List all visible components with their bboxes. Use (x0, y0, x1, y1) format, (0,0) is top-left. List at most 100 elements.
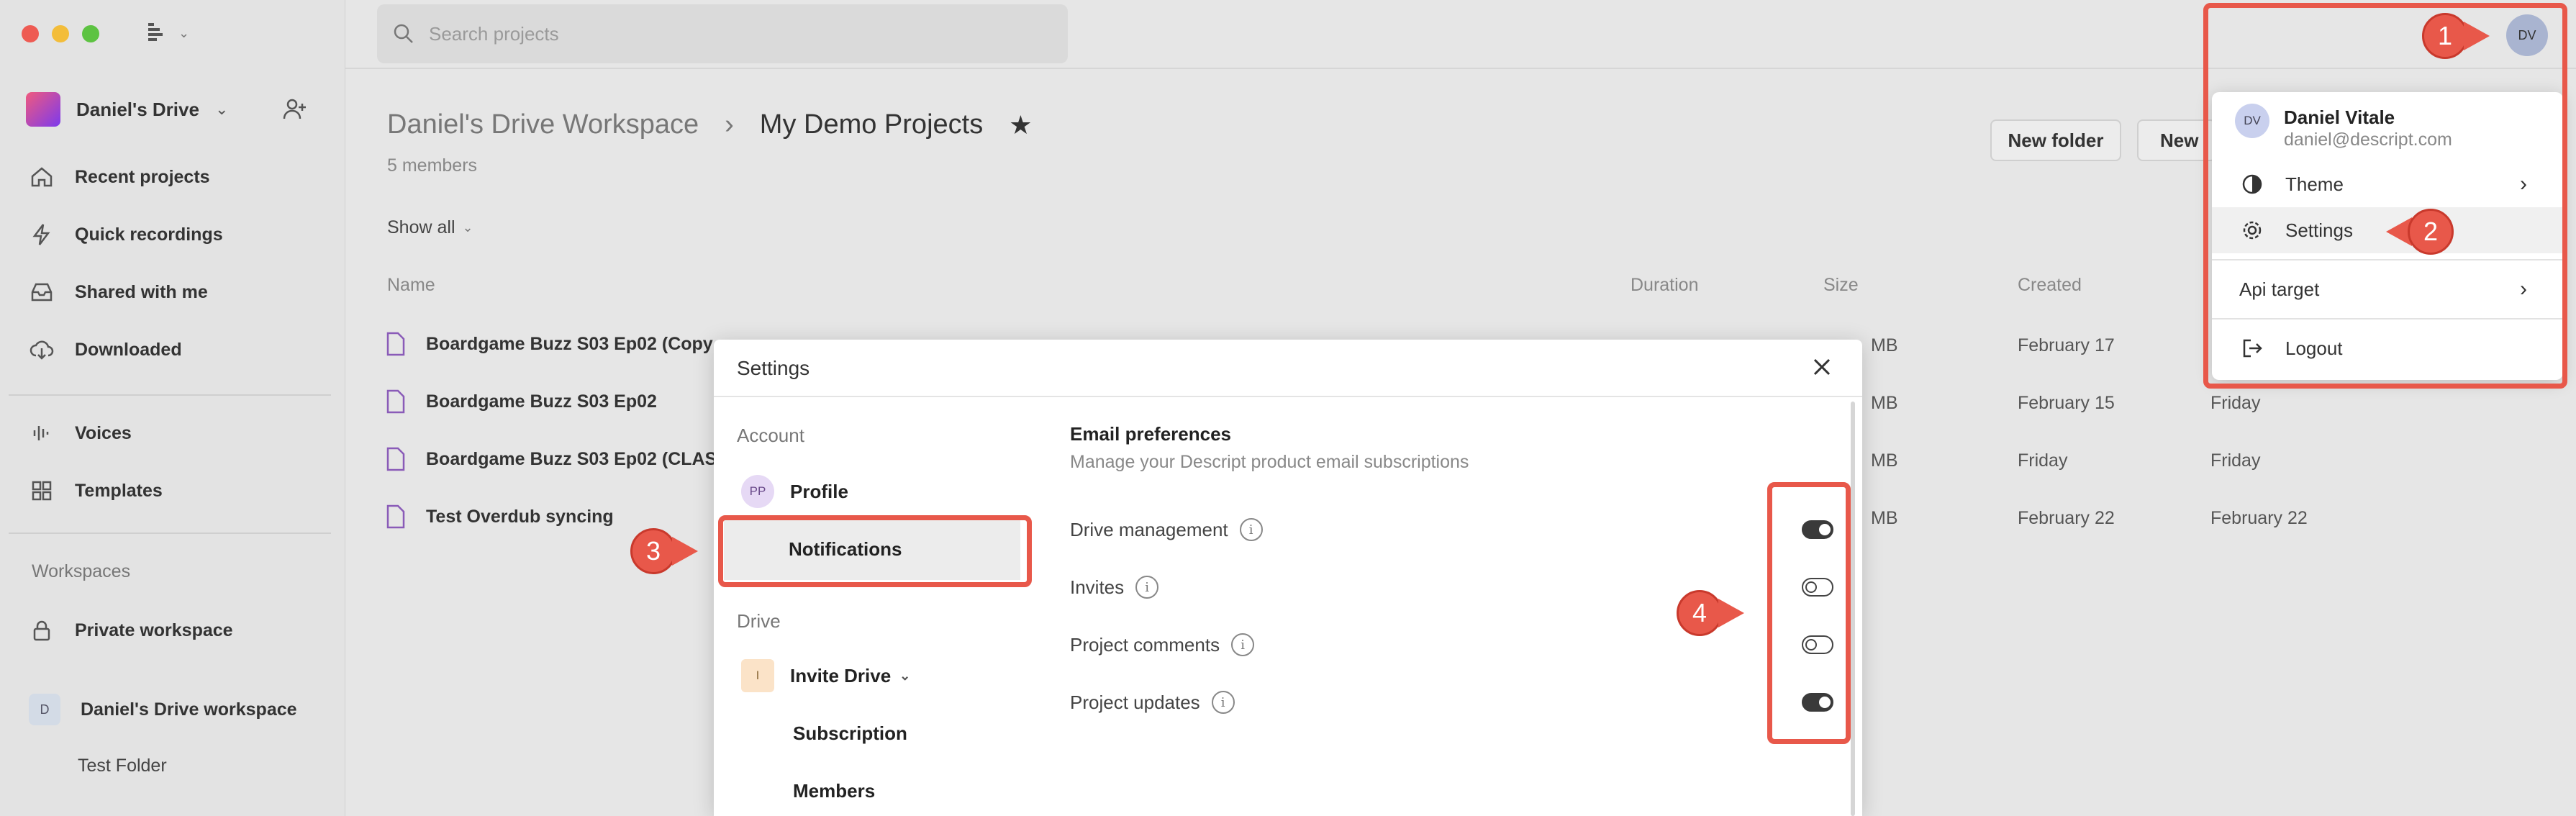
search-bar[interactable]: Search projects (377, 4, 1068, 63)
column-header-size[interactable]: Size (1823, 275, 1859, 296)
file-icon (386, 389, 405, 414)
pref-label: Project comments (1070, 633, 1220, 656)
sidebar-item-label: Quick recordings (75, 224, 223, 245)
highlight-notifications (718, 515, 1032, 587)
drive-heading: Drive (737, 610, 781, 632)
project-name: Boardgame Buzz S03 Ep02 (CLAS (426, 448, 717, 469)
highlight-account-menu (2203, 3, 2567, 389)
row-created: February 17 (2018, 335, 2115, 355)
settings-nav-subscription[interactable]: Subscription (793, 722, 907, 745)
project-name: Boardgame Buzz S03 Ep02 (426, 391, 657, 412)
row-size: MB (1871, 450, 1898, 471)
search-icon (394, 24, 413, 43)
sidebar-item-label: Recent projects (75, 166, 210, 187)
callout-pointer (2464, 22, 2490, 50)
sidebar-item-label: Downloaded (75, 339, 182, 360)
email-preferences-title: Email preferences (1070, 423, 1232, 445)
workspace-switcher[interactable]: Daniel's Drive ⌄ (26, 92, 228, 127)
sidebar-divider (9, 532, 331, 534)
account-heading: Account (737, 425, 804, 446)
close-window-button[interactable] (22, 25, 39, 42)
templates-icon (32, 481, 52, 501)
sidebar-item-templates[interactable]: Templates (29, 469, 163, 512)
info-icon[interactable]: i (1211, 691, 1235, 714)
settings-nav-profile[interactable]: PP Profile (741, 475, 848, 508)
column-header-name[interactable]: Name (387, 275, 435, 296)
row-created: Friday (2018, 450, 2068, 471)
pref-drive-management: Drive management i (1070, 518, 1263, 541)
chevron-down-icon: ⌄ (899, 668, 911, 683)
maximize-window-button[interactable] (82, 25, 99, 42)
column-header-duration[interactable]: Duration (1631, 275, 1699, 296)
row-size: MB (1871, 393, 1898, 413)
table-row[interactable]: Boardgame Buzz S03 Ep02 (Copy (386, 322, 713, 366)
file-icon (386, 332, 405, 356)
workspaces-heading: Workspaces (32, 561, 131, 581)
drive-avatar: I (741, 659, 774, 692)
callout-3: 3 (630, 528, 698, 574)
callout-number: 2 (2408, 209, 2454, 255)
sidebar-item-label: Private workspace (75, 620, 233, 640)
sidebar-item-label: Daniel's Drive workspace (81, 699, 297, 720)
add-member-icon[interactable] (282, 96, 308, 126)
star-icon[interactable]: ★ (1009, 110, 1032, 140)
project-name: Boardgame Buzz S03 Ep02 (Copy (426, 333, 713, 354)
info-icon[interactable]: i (1135, 576, 1159, 599)
callout-pointer (672, 537, 698, 566)
sidebar-item-label: Shared with me (75, 281, 208, 302)
pref-label: Invites (1070, 576, 1125, 598)
sidebar-item-label: Voices (75, 422, 132, 443)
bolt-icon (32, 224, 50, 245)
row-last: Friday (2210, 450, 2261, 471)
row-created: February 22 (2018, 508, 2115, 528)
settings-nav-members[interactable]: Members (793, 780, 875, 802)
workspace-initial-avatar: D (29, 694, 60, 725)
pref-invites: Invites i (1070, 576, 1159, 599)
settings-nav-invite-drive[interactable]: I Invite Drive ⌄ (741, 659, 910, 692)
sidebar-item-voices[interactable]: Voices (29, 412, 132, 455)
callout-pointer (1718, 599, 1744, 627)
sidebar-item-recent-projects[interactable]: Recent projects (29, 155, 210, 199)
search-input[interactable]: Search projects (429, 23, 559, 45)
voice-icon (33, 426, 49, 440)
settings-nav-label: Profile (790, 480, 848, 502)
callout-2: 2 (2386, 209, 2454, 255)
show-all-filter[interactable]: Show all ⌄ (387, 217, 473, 238)
pref-label: Project updates (1070, 691, 1200, 713)
table-row[interactable]: Boardgame Buzz S03 Ep02 (CLAS (386, 438, 717, 481)
table-row[interactable]: Test Overdub syncing (386, 495, 614, 538)
settings-scrollbar[interactable] (1851, 402, 1855, 816)
download-cloud-icon (30, 340, 54, 360)
email-preferences-subtitle: Manage your Descript product email subsc… (1070, 452, 1469, 472)
minimize-window-button[interactable] (52, 25, 69, 42)
table-row[interactable]: Boardgame Buzz S03 Ep02 (386, 380, 657, 423)
page-title: My Demo Projects (759, 109, 984, 140)
sidebar-item-private-workspace[interactable]: Private workspace (29, 609, 233, 652)
workspace-avatar (26, 92, 60, 127)
home-icon (31, 167, 53, 187)
row-size: MB (1871, 335, 1898, 355)
row-created: February 15 (2018, 393, 2115, 413)
members-count: 5 members (387, 155, 478, 176)
sidebar-item-test-folder[interactable]: Test Folder (78, 756, 167, 776)
app-logo-icon (148, 23, 163, 41)
column-header-created[interactable]: Created (2018, 275, 2082, 296)
workspace-name: Daniel's Drive (76, 98, 199, 120)
app-menu-button[interactable]: ⌄ (144, 19, 189, 47)
sidebar-item-drive-workspace[interactable]: D Daniel's Drive workspace (29, 688, 297, 731)
sidebar-item-shared-with-me[interactable]: Shared with me (29, 271, 208, 314)
callout-number: 3 (630, 528, 676, 574)
callout-1: 1 (2422, 13, 2490, 59)
info-icon[interactable]: i (1239, 518, 1263, 541)
sidebar-item-downloaded[interactable]: Downloaded (29, 328, 182, 371)
inbox-icon (31, 283, 53, 302)
new-folder-button[interactable]: New folder (1990, 119, 2121, 161)
sidebar-item-quick-recordings[interactable]: Quick recordings (29, 213, 223, 256)
file-icon (386, 447, 405, 471)
breadcrumb-workspace[interactable]: Daniel's Drive Workspace (387, 109, 699, 140)
chevron-down-icon: ⌄ (178, 25, 190, 40)
chevron-down-icon: ⌄ (462, 220, 473, 235)
settings-dialog-header: Settings (714, 340, 1862, 397)
info-icon[interactable]: i (1231, 633, 1255, 656)
close-icon[interactable] (1809, 354, 1835, 384)
